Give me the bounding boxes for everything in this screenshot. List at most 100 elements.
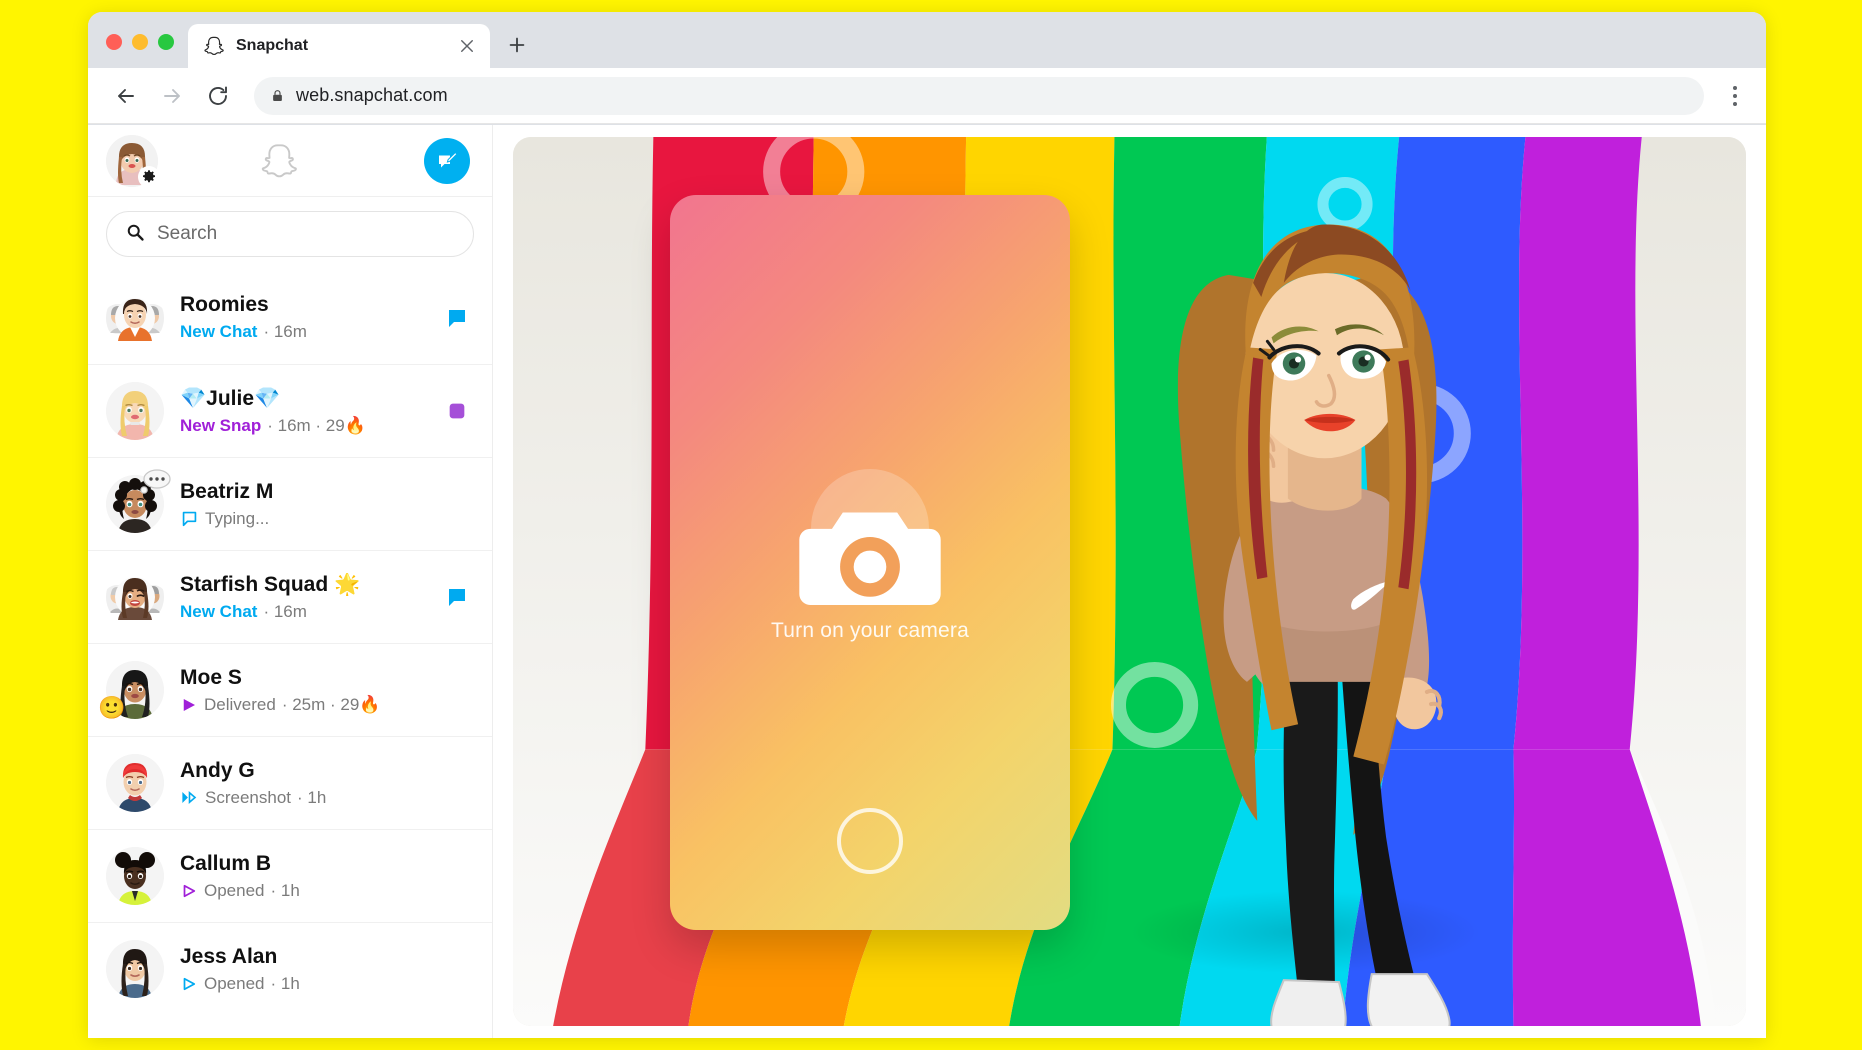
lock-icon bbox=[270, 87, 284, 105]
bitmoji-callum bbox=[106, 847, 164, 905]
chat-subtitle: Typing... bbox=[180, 509, 428, 529]
bitmoji-andy bbox=[106, 754, 164, 812]
chat-arrow-outline-blue-icon bbox=[180, 975, 198, 993]
chat-subtitle: Opened · 1h bbox=[180, 881, 428, 901]
search-placeholder: Search bbox=[157, 223, 218, 244]
search-input[interactable]: Search bbox=[106, 211, 474, 257]
list-item[interactable]: 🙂 Moe S Delivered · 25m · 29🔥 bbox=[88, 643, 492, 736]
list-item-text: Moe S Delivered · 25m · 29🔥 bbox=[180, 666, 428, 715]
list-item[interactable]: Roomies New Chat · 16m bbox=[88, 271, 492, 364]
shutter-ring-button[interactable] bbox=[837, 808, 903, 874]
chat-status: Opened bbox=[204, 973, 265, 993]
group-avatar-starfish-squad bbox=[106, 568, 164, 626]
typing-bubble-badge bbox=[138, 467, 174, 495]
camera-icon[interactable] bbox=[799, 469, 941, 605]
friendship-emoji-badge: 🙂 bbox=[98, 695, 126, 720]
chat-meta: · 1h bbox=[297, 787, 327, 807]
chat-list: Roomies New Chat · 16m 💎Julie💎 New Snap … bbox=[88, 271, 492, 1038]
bitmoji-beatriz bbox=[106, 469, 171, 533]
chat-status: Typing... bbox=[205, 508, 270, 528]
list-item[interactable]: Callum B Opened · 1h bbox=[88, 829, 492, 922]
bitmoji-moe: 🙂 bbox=[98, 661, 164, 719]
chat-name: 💎Julie💎 bbox=[180, 386, 281, 410]
chat-name: Jess Alan bbox=[180, 944, 278, 968]
chat-status: New Snap bbox=[180, 415, 262, 435]
chat-name: Starfish Squad 🌟 bbox=[180, 572, 361, 596]
chat-subtitle: New Chat · 16m bbox=[180, 602, 428, 622]
list-item-text: Callum B Opened · 1h bbox=[180, 852, 428, 901]
chat-subtitle: New Chat · 16m bbox=[180, 322, 428, 342]
chat-bubble-filled-blue-icon[interactable] bbox=[444, 306, 470, 330]
gear-icon[interactable] bbox=[138, 165, 160, 188]
snapchat-ghost-icon bbox=[204, 35, 226, 57]
browser-toolbar: web.snapchat.com bbox=[88, 68, 1766, 124]
kebab-menu-icon[interactable] bbox=[1718, 76, 1752, 116]
rainbow-bitmoji-backdrop: Turn on your camera bbox=[513, 137, 1746, 1026]
new-chat-pencil-icon[interactable] bbox=[424, 137, 470, 184]
chat-status: Screenshot bbox=[205, 787, 291, 807]
window-traffic-lights bbox=[88, 34, 188, 68]
chat-meta: · 1h bbox=[270, 880, 300, 900]
chat-name: Beatriz M bbox=[180, 479, 274, 503]
chat-subtitle: Opened · 1h bbox=[180, 974, 428, 994]
camera-preview-card[interactable]: Turn on your camera bbox=[670, 195, 1070, 930]
list-item-text: 💎Julie💎 New Snap · 16m · 29🔥 bbox=[180, 387, 428, 436]
list-item[interactable]: Andy G Screenshot · 1h bbox=[88, 736, 492, 829]
browser-tab-title: Snapchat bbox=[236, 37, 309, 54]
search-icon bbox=[125, 222, 145, 247]
chat-meta: · 16m bbox=[263, 322, 307, 341]
chat-meta: · 16m bbox=[263, 601, 307, 621]
snapchat-ghost-outline-icon bbox=[138, 141, 424, 181]
chat-meta: · 25m · 29🔥 bbox=[281, 694, 381, 714]
reload-icon[interactable] bbox=[198, 76, 238, 116]
list-item[interactable]: Starfish Squad 🌟 New Chat · 16m bbox=[88, 550, 492, 643]
close-icon[interactable] bbox=[456, 35, 478, 57]
list-item[interactable]: 💎Julie💎 New Snap · 16m · 29🔥 bbox=[88, 364, 492, 457]
chat-name: Moe S bbox=[180, 665, 242, 689]
chat-meta: · 1h bbox=[270, 973, 300, 993]
search-container: Search bbox=[88, 197, 492, 271]
chat-status: Opened bbox=[204, 880, 265, 900]
list-item-text: Jess Alan Opened · 1h bbox=[180, 945, 428, 994]
chat-status: New Chat bbox=[180, 322, 258, 341]
main-camera-area: Turn on your camera bbox=[493, 125, 1766, 1038]
chat-bubble-outline-blue-icon bbox=[180, 509, 199, 528]
screenshot-arrows-blue-icon bbox=[180, 788, 199, 807]
browser-tab-snapchat[interactable]: Snapchat bbox=[188, 24, 490, 68]
list-item[interactable]: Beatriz M Typing... bbox=[88, 457, 492, 550]
snapchat-web-app: Search Roomies New Chat · 16m 💎Julie💎 Ne… bbox=[88, 125, 1766, 1038]
chat-subtitle: Screenshot · 1h bbox=[180, 788, 428, 808]
sidebar-header bbox=[88, 125, 492, 197]
list-item-text: Andy G Screenshot · 1h bbox=[180, 759, 428, 808]
snap-square-filled-purple-icon[interactable] bbox=[444, 400, 470, 422]
bitmoji-julie bbox=[106, 382, 164, 440]
chat-bubble-filled-blue-icon[interactable] bbox=[444, 585, 470, 609]
list-item-text: Starfish Squad 🌟 New Chat · 16m bbox=[180, 573, 428, 622]
bitmoji-jess bbox=[106, 940, 164, 998]
browser-tab-strip: Snapchat bbox=[88, 12, 1766, 68]
camera-prompt[interactable]: Turn on your camera bbox=[670, 469, 1070, 643]
snap-arrow-filled-purple-icon bbox=[180, 696, 198, 714]
maximize-window-button[interactable] bbox=[158, 34, 174, 50]
group-avatar-roomies bbox=[106, 289, 164, 347]
chat-name: Callum B bbox=[180, 851, 272, 875]
chat-meta: · 16m · 29🔥 bbox=[267, 415, 366, 435]
browser-window: Snapchat web.snapchat.com Search Roomies… bbox=[88, 12, 1766, 1038]
list-item-text: Roomies New Chat · 16m bbox=[180, 293, 428, 342]
my-bitmoji-avatar[interactable] bbox=[106, 134, 160, 188]
arrow-right-icon[interactable] bbox=[152, 76, 192, 116]
chat-status: Delivered bbox=[204, 694, 276, 714]
address-bar[interactable]: web.snapchat.com bbox=[254, 76, 1704, 115]
arrow-left-icon[interactable] bbox=[106, 76, 146, 116]
close-window-button[interactable] bbox=[106, 34, 122, 50]
chat-subtitle: Delivered · 25m · 29🔥 bbox=[180, 695, 428, 715]
sidebar: Search Roomies New Chat · 16m 💎Julie💎 Ne… bbox=[88, 125, 493, 1038]
chat-name: Roomies bbox=[180, 293, 269, 316]
plus-icon[interactable] bbox=[500, 28, 534, 62]
list-item[interactable]: Jess Alan Opened · 1h bbox=[88, 922, 492, 1015]
snap-arrow-outline-purple-icon bbox=[180, 882, 198, 900]
minimize-window-button[interactable] bbox=[132, 34, 148, 50]
chat-status: New Chat bbox=[180, 601, 258, 621]
address-bar-url: web.snapchat.com bbox=[296, 85, 448, 105]
chat-name: Andy G bbox=[180, 758, 255, 782]
